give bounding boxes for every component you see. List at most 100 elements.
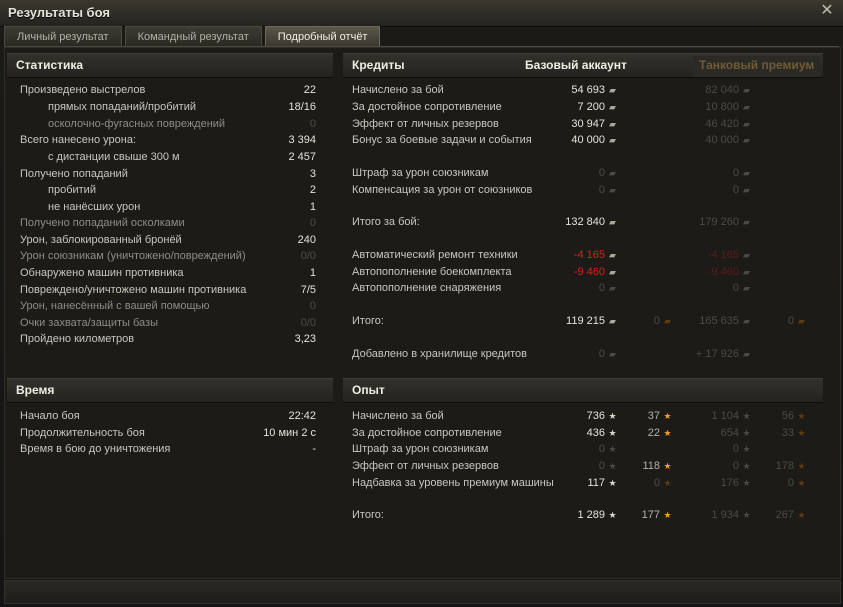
exp-prem-free-value: 33 ★	[782, 425, 806, 441]
exp-label-row: Эффект от личных резервов	[352, 458, 602, 474]
credit-icon: ▰	[609, 102, 616, 112]
exp-prem-value: 176 ★	[721, 475, 751, 491]
credit-premium-amount: -9 460	[707, 266, 739, 278]
star-icon: ★	[608, 428, 617, 438]
exp-base-free-value: 0 ★	[654, 475, 672, 491]
credit-icon: ▰	[609, 168, 616, 178]
stat-label: Урон, заблокированный бронёй	[20, 234, 182, 246]
stat-value: 2	[309, 184, 316, 196]
stat-row: Всего нанесено урона: 3 394	[20, 132, 316, 148]
credit-label-row: Штраф за урон союзникам	[352, 165, 602, 181]
free-xp-star-icon: ★	[797, 428, 806, 438]
credit-premium-value: 165 635 ▰	[699, 313, 751, 329]
gold-base-amount: 0	[653, 315, 660, 327]
stat-label: пробитий	[48, 184, 96, 196]
exp-amount: 1 104	[711, 410, 739, 422]
time-row: Продолжительность боя 10 мин 2 с	[20, 425, 316, 441]
stat-value: 3,23	[294, 333, 316, 345]
credit-base-amount: 40 000	[571, 134, 605, 146]
exp-label: Штраф за урон союзникам	[352, 443, 489, 455]
credit-base-value: 119 215 ▰	[566, 313, 617, 329]
exp-amount: 0	[653, 477, 660, 489]
credit-icon: ▰	[743, 102, 750, 112]
exp-amount: 178	[775, 460, 794, 472]
exp-label-row: За достойное сопротивление	[352, 425, 602, 441]
exp-amount: 1 934	[711, 509, 739, 521]
statistics-title: Статистика	[16, 58, 84, 72]
credit-premium-value: + 17 926 ▰	[696, 346, 751, 362]
exp-prem-free-value: 56 ★	[782, 408, 806, 424]
exp-base-free-value: 22 ★	[648, 425, 672, 441]
gold-premium-value: 0 ▰	[788, 313, 806, 329]
star-icon: ★	[608, 411, 617, 421]
stat-row: Произведено выстрелов 22	[20, 82, 316, 98]
exp-base-free-value: 177 ★	[642, 507, 672, 523]
stat-label: Получено попаданий осколками	[20, 217, 185, 229]
tab-team-result[interactable]: Командный результат	[124, 26, 262, 46]
exp-label: Итого:	[352, 509, 384, 521]
credit-base-value: 0 ▰	[599, 280, 617, 296]
exp-prem-value: 654 ★	[721, 425, 751, 441]
credit-icon: ▰	[609, 267, 616, 277]
gold-base-value: 0 ▰	[654, 313, 672, 329]
credit-icon: ▰	[743, 119, 750, 129]
credit-label: Итого:	[352, 315, 384, 327]
credit-base-value: 132 840 ▰	[565, 214, 617, 230]
star-icon: ★	[608, 478, 617, 488]
credit-label-row: Автоматический ремонт техники	[352, 247, 602, 263]
credit-icon: ▰	[609, 283, 616, 293]
credit-label-row: Бонус за боевые задачи и события	[352, 132, 602, 148]
credit-premium-value: 40 000 ▰	[705, 132, 751, 148]
time-label: Начало боя	[20, 410, 80, 422]
window-title: Результаты боя	[8, 5, 110, 20]
time-row: Начало боя 22:42	[20, 408, 316, 424]
credit-base-amount: 0	[598, 184, 605, 196]
credit-label: Автоматический ремонт техники	[352, 249, 518, 261]
exp-prem-free-value: 267 ★	[776, 507, 806, 523]
credit-base-value: 40 000 ▰	[571, 132, 617, 148]
credit-base-value: -4 165 ▰	[574, 247, 617, 263]
stat-row: Получено попаданий 3	[20, 166, 316, 182]
credit-premium-amount: 0	[732, 167, 739, 179]
exp-prem-value: 1 934 ★	[711, 507, 751, 523]
credit-icon: ▰	[609, 119, 616, 129]
time-label: Время в бою до уничтожения	[20, 443, 171, 455]
credit-icon: ▰	[743, 217, 750, 227]
tab-personal-result[interactable]: Личный результат	[4, 26, 122, 46]
stat-label: осколочно-фугасных повреждений	[48, 118, 226, 130]
stat-label: Произведено выстрелов	[20, 84, 146, 96]
exp-prem-value: 0 ★	[733, 441, 751, 457]
close-icon[interactable]: ✕	[819, 3, 835, 19]
exp-base-value: 0 ★	[599, 458, 617, 474]
credit-label: Автопополнение боекомплекта	[352, 266, 512, 278]
credit-label-row: Начислено за бой	[352, 82, 602, 98]
credit-icon: ▰	[609, 316, 616, 326]
star-icon: ★	[608, 444, 617, 454]
time-title: Время	[16, 383, 55, 397]
tab-detailed-report[interactable]: Подробный отчёт	[264, 26, 381, 46]
credit-premium-value: 82 040 ▰	[705, 82, 751, 98]
stat-value: 7/5	[300, 284, 316, 296]
star-icon: ★	[608, 510, 617, 520]
stat-row: Урон, заблокированный бронёй 240	[20, 232, 316, 248]
stat-label: Урон, нанесённый с вашей помощью	[20, 300, 210, 312]
star-icon: ★	[742, 428, 751, 438]
exp-base-value: 117 ★	[587, 475, 617, 491]
exp-base-value: 736 ★	[587, 408, 617, 424]
free-xp-star-icon: ★	[797, 461, 806, 471]
credit-base-value: 0 ▰	[599, 165, 617, 181]
exp-amount: 177	[641, 509, 660, 521]
gold-icon: ▰	[798, 316, 805, 326]
stat-label: Пройдено километров	[20, 333, 135, 345]
credit-premium-amount: 0	[732, 184, 739, 196]
stat-label: Повреждено/уничтожено машин противника	[20, 284, 247, 296]
time-header: Время	[7, 378, 333, 403]
tab-bar: Личный результат Командный результат Под…	[4, 26, 381, 46]
free-xp-star-icon: ★	[663, 461, 672, 471]
stat-label: прямых попаданий/пробитий	[48, 101, 197, 113]
exp-amount: 118	[642, 460, 660, 472]
credit-label-row: Итого:	[352, 313, 602, 329]
credit-premium-value: -9 460 ▰	[708, 264, 751, 280]
exp-label-row: Надбавка за уровень премиум машины	[352, 475, 602, 491]
exp-base-value: 1 289 ★	[577, 507, 617, 523]
